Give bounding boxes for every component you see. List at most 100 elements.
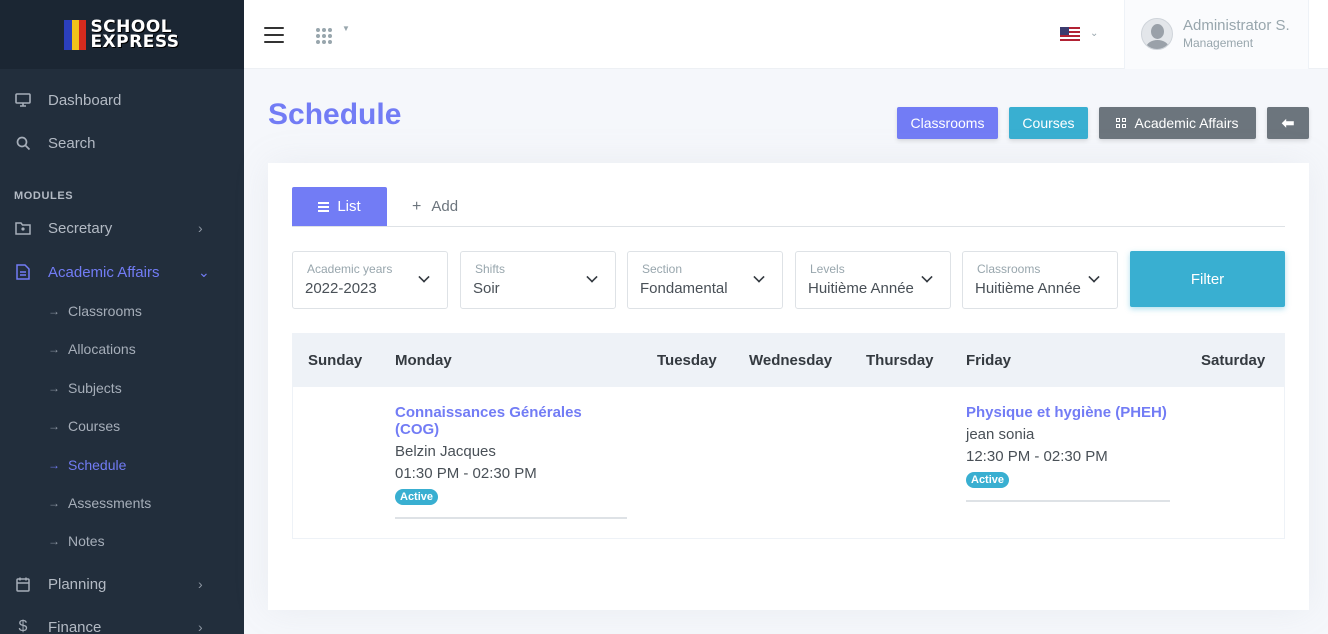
teacher-name: jean sonia xyxy=(966,426,1035,443)
classrooms-button[interactable]: Classrooms xyxy=(897,107,998,139)
logo-flag-icon xyxy=(64,19,87,50)
grid-icon xyxy=(1116,118,1127,128)
user-menu[interactable]: Administrator S. Management xyxy=(1124,0,1309,69)
course-link[interactable]: Connaissances Générales (COG) xyxy=(395,404,627,438)
schedule-table: Sunday Monday Tuesday Wednesday Thursday… xyxy=(292,333,1285,539)
sidebar-sub-label: Courses xyxy=(68,418,121,434)
button-label: Academic Affairs xyxy=(1134,115,1239,131)
button-label: Classrooms xyxy=(910,115,985,131)
schedule-entry-monday: Connaissances Générales (COG) Belzin Jac… xyxy=(395,404,627,519)
back-button[interactable]: ⬅ xyxy=(1267,107,1309,139)
chevron-down-icon xyxy=(921,271,933,283)
sidebar-item-planning[interactable]: Planning › xyxy=(0,572,244,596)
tab-add[interactable]: + Add xyxy=(412,187,458,226)
sidebar-sub-label: Subjects xyxy=(68,380,122,396)
header-saturday: Saturday xyxy=(1201,352,1266,369)
field-value: Fondamental xyxy=(640,280,728,297)
user-name: Administrator S. xyxy=(1183,17,1290,34)
sidebar-item-label: Finance xyxy=(48,618,102,634)
shifts-select[interactable]: Shifts Soir xyxy=(460,251,616,309)
tabs: List + Add xyxy=(292,187,1285,227)
status-badge: Active xyxy=(395,489,439,505)
arrow-right-icon: → xyxy=(48,496,60,510)
classrooms-select[interactable]: Classrooms Huitième Année xyxy=(962,251,1118,309)
chevron-right-icon: › xyxy=(198,576,203,592)
academic-affairs-button[interactable]: Academic Affairs xyxy=(1099,107,1256,139)
menu-toggle-icon[interactable] xyxy=(264,27,284,43)
sidebar-sub-assessments[interactable]: → Assessments xyxy=(48,495,151,511)
arrow-right-icon: → xyxy=(48,381,60,395)
sidebar-sub-label: Classrooms xyxy=(68,303,142,319)
levels-select[interactable]: Levels Huitième Année xyxy=(795,251,951,309)
course-link[interactable]: Physique et hygiène (PHEH) xyxy=(966,404,1170,421)
sidebar: SCHOOL EXPRESS Dashboard Search MODULES … xyxy=(0,0,244,634)
field-value: 2022-2023 xyxy=(305,280,377,297)
arrow-right-icon: → xyxy=(48,342,60,356)
section-select[interactable]: Section Fondamental xyxy=(627,251,783,309)
chevron-down-icon xyxy=(586,271,598,283)
chevron-down-icon xyxy=(753,271,765,283)
user-role: Management xyxy=(1183,36,1254,50)
button-label: Courses xyxy=(1022,115,1075,131)
sidebar-sub-subjects[interactable]: → Subjects xyxy=(48,380,122,396)
academic-years-select[interactable]: Academic years 2022-2023 xyxy=(292,251,448,309)
time-range: 12:30 PM - 02:30 PM xyxy=(966,448,1108,465)
status-badge: Active xyxy=(966,472,1010,488)
sidebar-item-label: Planning xyxy=(48,575,107,593)
arrow-left-icon: ⬅ xyxy=(1281,115,1295,132)
school-express-logo[interactable]: SCHOOL EXPRESS xyxy=(64,18,179,50)
header-thursday: Thursday xyxy=(866,352,934,369)
time-range: 01:30 PM - 02:30 PM xyxy=(395,465,537,482)
sidebar-sub-classrooms[interactable]: → Classrooms xyxy=(48,303,142,319)
brand: SCHOOL EXPRESS xyxy=(0,0,244,69)
sidebar-item-secretary[interactable]: Secretary › xyxy=(0,216,244,240)
arrow-right-icon: → xyxy=(48,458,60,472)
sidebar-item-label: Dashboard xyxy=(48,91,122,109)
header-monday: Monday xyxy=(395,352,452,369)
header-tuesday: Tuesday xyxy=(657,352,717,369)
avatar xyxy=(1141,18,1173,50)
chevron-right-icon: › xyxy=(198,220,203,236)
page-title: Schedule xyxy=(268,98,402,131)
apps-grid-icon[interactable] xyxy=(316,28,332,44)
list-icon xyxy=(318,201,330,212)
monitor-icon xyxy=(14,91,32,109)
arrow-right-icon: → xyxy=(48,304,60,318)
divider xyxy=(966,500,1170,502)
sidebar-item-search[interactable]: Search xyxy=(0,131,244,155)
arrow-right-icon: → xyxy=(48,534,60,548)
field-label: Section xyxy=(642,262,683,276)
sidebar-sub-notes[interactable]: → Notes xyxy=(48,533,105,549)
divider xyxy=(395,517,627,519)
schedule-entry-friday: Physique et hygiène (PHEH) jean sonia 12… xyxy=(966,404,1170,502)
calendar-icon xyxy=(14,575,32,593)
tab-list[interactable]: List xyxy=(292,187,387,226)
field-value: Huitième Année xyxy=(808,280,914,297)
table-header: Sunday Monday Tuesday Wednesday Thursday… xyxy=(293,334,1284,387)
sidebar-sub-label: Schedule xyxy=(68,457,127,473)
sidebar-item-label: Search xyxy=(48,134,96,152)
topbar: ▼ ⌄ Administrator S. Management xyxy=(244,0,1328,69)
field-label: Classrooms xyxy=(977,262,1041,276)
sidebar-sub-allocations[interactable]: → Allocations xyxy=(48,341,136,357)
sidebar-item-label: Secretary xyxy=(48,219,113,237)
us-flag-icon[interactable] xyxy=(1060,27,1080,42)
chevron-down-icon: ⌄ xyxy=(198,263,210,280)
chevron-down-icon xyxy=(418,271,430,283)
modules-header: MODULES xyxy=(14,190,74,202)
sidebar-item-academic-affairs[interactable]: Academic Affairs ⌄ xyxy=(0,260,244,284)
header-friday: Friday xyxy=(966,352,1012,369)
sidebar-item-finance[interactable]: $ Finance › xyxy=(0,615,244,634)
header-wednesday: Wednesday xyxy=(749,352,833,369)
sidebar-item-dashboard[interactable]: Dashboard xyxy=(0,88,244,112)
tab-label: Add xyxy=(431,198,459,215)
field-label: Academic years xyxy=(307,262,393,276)
filter-button[interactable]: Filter xyxy=(1130,251,1285,307)
sidebar-sub-label: Assessments xyxy=(68,495,152,511)
sidebar-sub-courses[interactable]: → Courses xyxy=(48,418,120,434)
sidebar-sub-schedule[interactable]: → Schedule xyxy=(48,457,126,473)
field-value: Huitième Année xyxy=(975,280,1081,297)
dollar-icon: $ xyxy=(18,618,28,634)
courses-button[interactable]: Courses xyxy=(1009,107,1088,139)
chevron-down-icon[interactable]: ⌄ xyxy=(1090,28,1098,39)
